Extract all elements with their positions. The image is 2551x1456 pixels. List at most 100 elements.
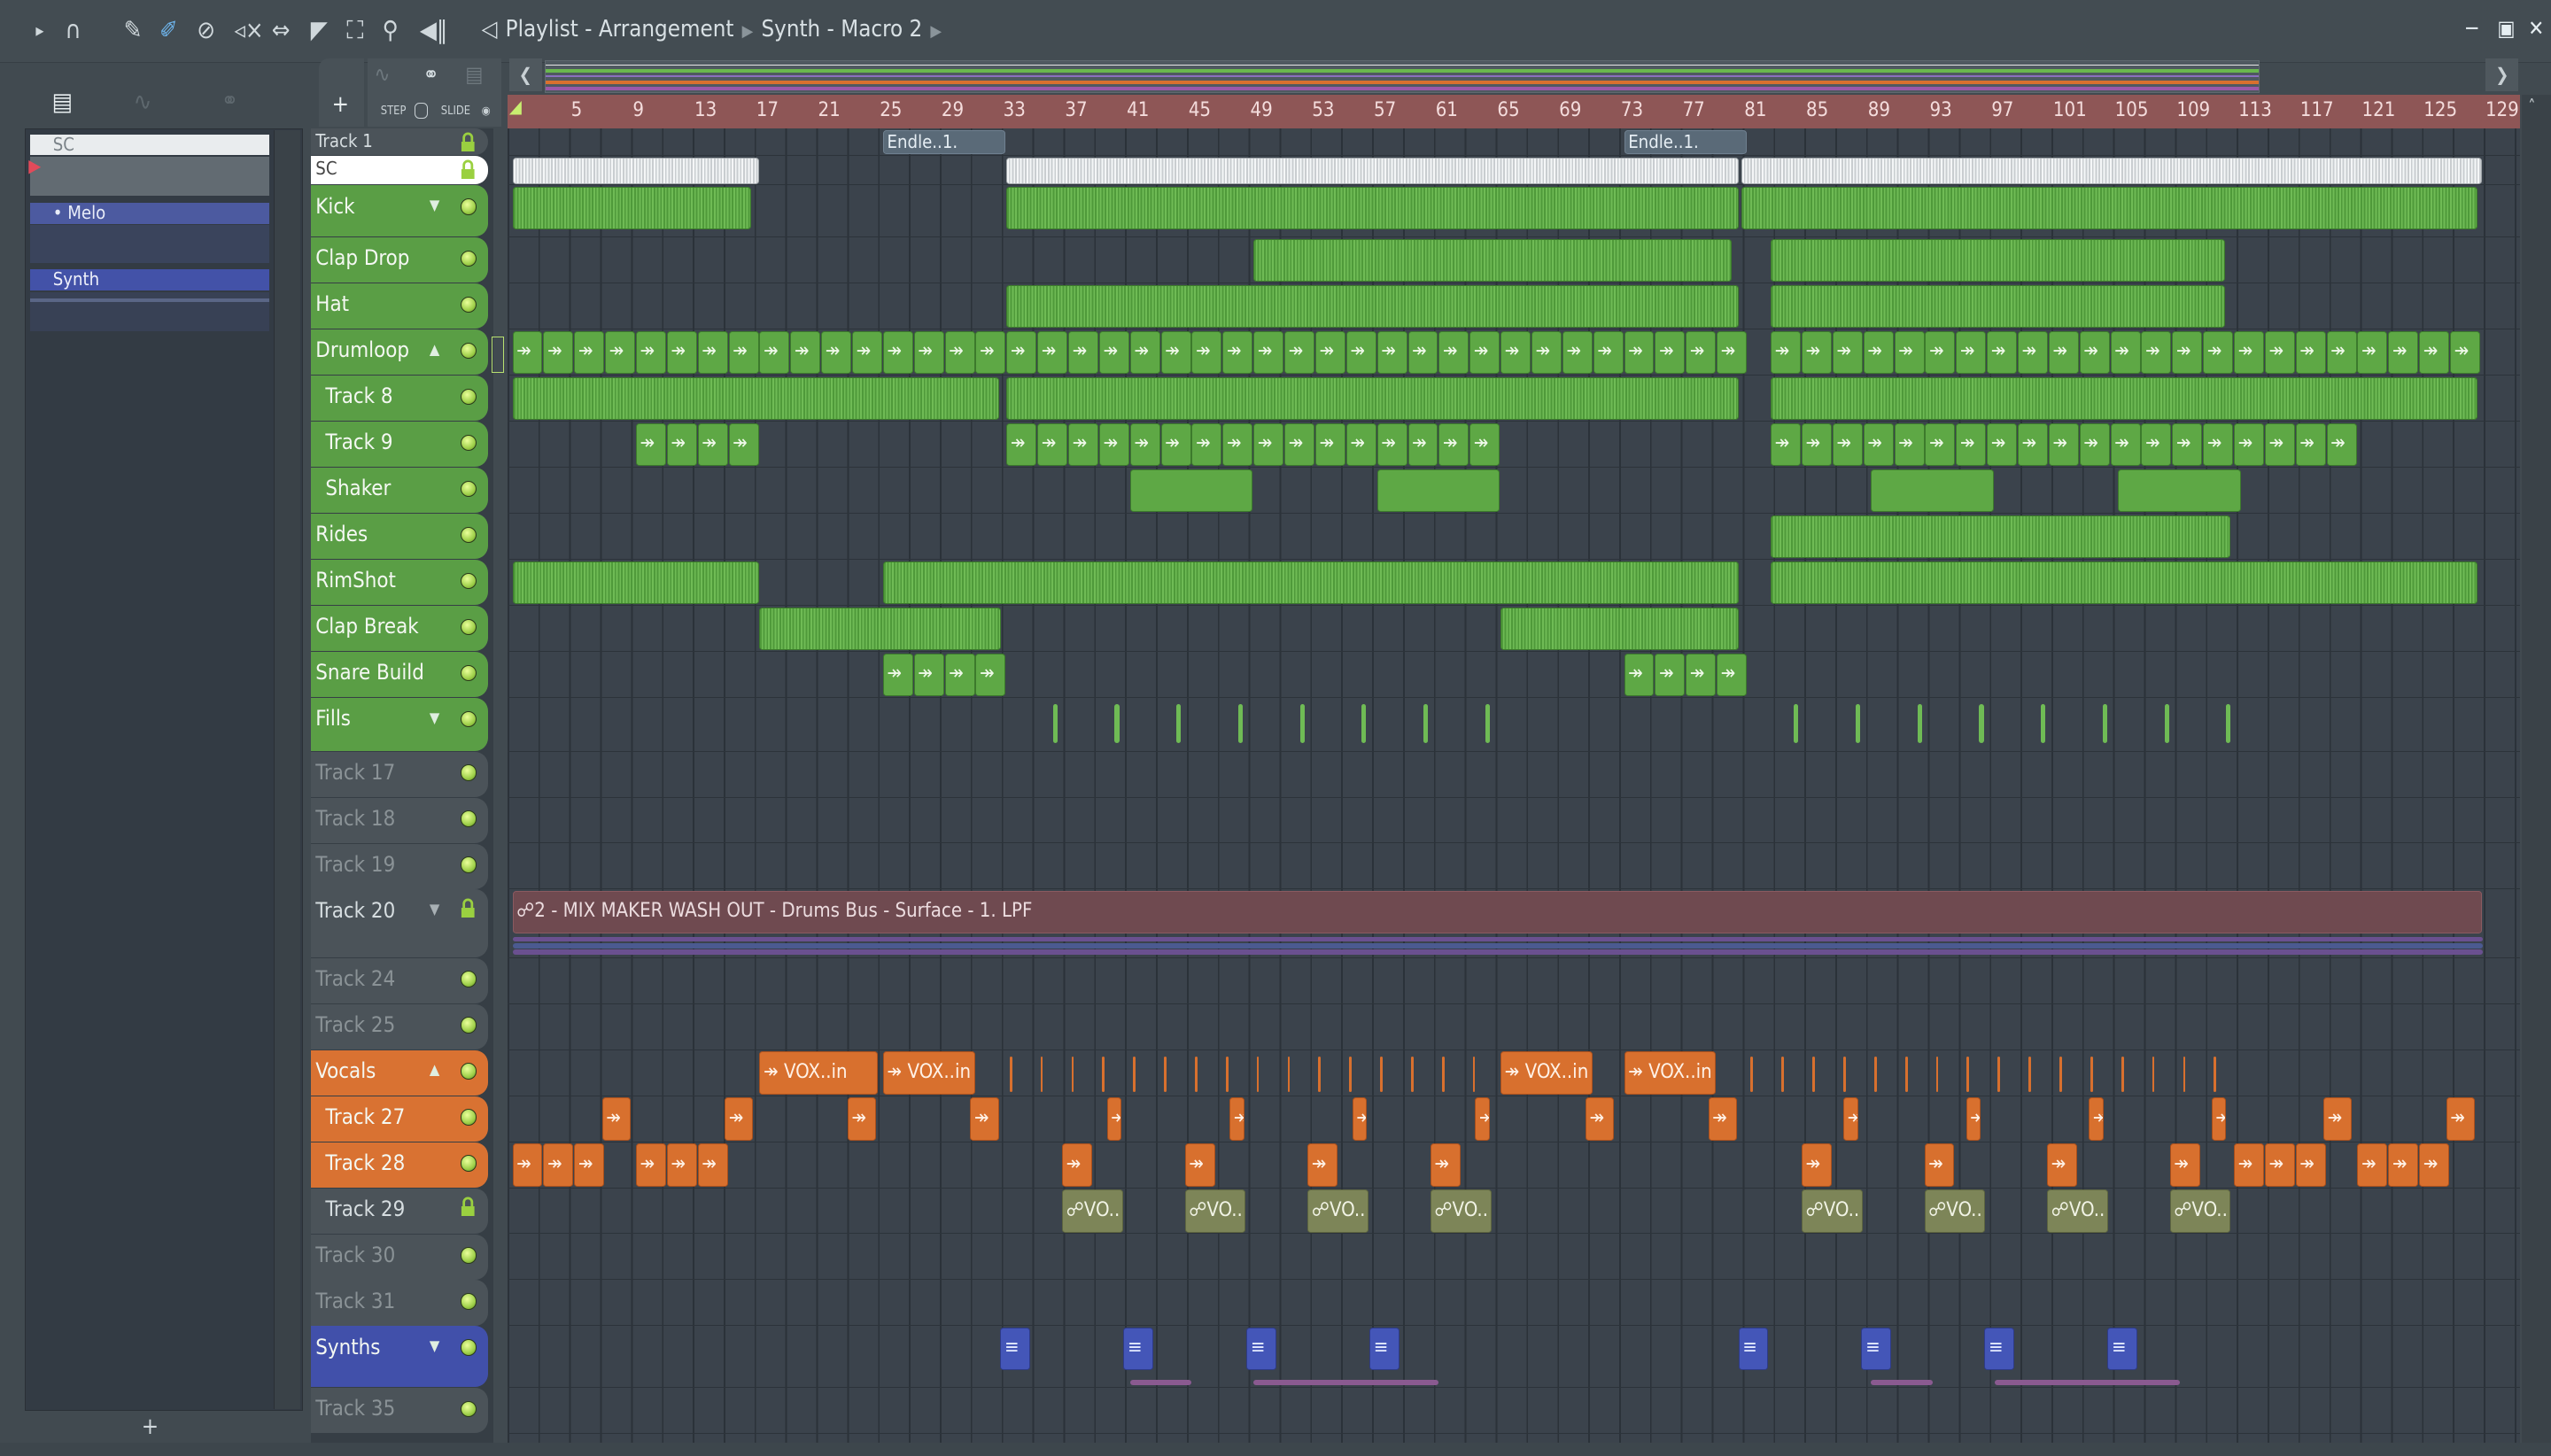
pencil-icon[interactable]: ✎ (124, 18, 143, 43)
short-clip[interactable] (2102, 704, 2108, 744)
pattern-clip[interactable]: ↠ (1407, 422, 1438, 467)
pattern-clip[interactable]: ↠ (1894, 422, 1925, 467)
short-clip[interactable] (2214, 1056, 2217, 1093)
pattern-clip[interactable]: ↠ (635, 330, 666, 375)
track-header-hat[interactable]: Hat (310, 283, 488, 329)
short-clip[interactable] (2121, 1056, 2124, 1093)
pattern-clip[interactable]: ↠ (1686, 653, 1717, 697)
pattern-clip[interactable]: ↠ (1863, 330, 1894, 375)
bar-number-label[interactable]: 69 (1559, 99, 1581, 121)
pattern-clip[interactable]: ↠ (2419, 330, 2450, 375)
bar-number-label[interactable]: 89 (1868, 99, 1890, 121)
pattern-clip[interactable]: ↠ (2079, 330, 2110, 375)
pattern-clip[interactable]: ↠ (2295, 422, 2326, 467)
pattern-clip[interactable]: ↠ (2047, 1143, 2078, 1187)
track-header-track-27[interactable]: Track 27 (310, 1096, 488, 1142)
bar-number-label[interactable]: 17 (756, 99, 779, 121)
pattern-clip[interactable]: ↠ (1801, 330, 1832, 375)
pattern-clip[interactable]: ↠ (975, 330, 1006, 375)
pattern-clip[interactable]: ☍VO.. (1062, 1189, 1123, 1233)
expand-arrow-icon[interactable]: ▼ (430, 197, 439, 213)
track-header-kick[interactable]: Kick ▼ (310, 185, 488, 237)
pattern-clip[interactable]: ↠ (2234, 422, 2264, 467)
track-name[interactable]: Fills (315, 706, 351, 731)
track-header-track-8[interactable]: Track 8 (310, 376, 488, 422)
short-clip[interactable] (1812, 1056, 1815, 1093)
delete-icon[interactable]: ⊘ (197, 18, 215, 43)
track-name[interactable]: RimShot (315, 568, 396, 592)
track-header-track-19[interactable]: Track 19 (310, 843, 488, 889)
pattern-clip[interactable]: ↠ (2169, 1143, 2200, 1187)
automation-clip[interactable]: ☍2 - MIX MAKER WASH OUT - Drums Bus - Su… (512, 891, 2482, 934)
track-header-track-35[interactable]: Track 35 (310, 1388, 488, 1434)
pattern-clip[interactable] (1006, 284, 1740, 329)
pattern-clip[interactable]: ↠ (1469, 422, 1500, 467)
track-name[interactable]: Shaker (325, 476, 391, 500)
bar-number-label[interactable]: 53 (1312, 99, 1334, 121)
bar-number-label[interactable]: 105 (2115, 99, 2149, 121)
bar-number-label[interactable]: 101 (2053, 99, 2087, 121)
pattern-clip[interactable]: ↠ (1438, 330, 1469, 375)
track-lane-shaker[interactable] (508, 468, 2521, 514)
pattern-clip[interactable]: ↠ (666, 422, 697, 467)
bar-number-label[interactable]: 81 (1744, 99, 1766, 121)
short-clip[interactable] (1256, 1056, 1260, 1093)
pattern-clip[interactable]: ↠ (1500, 330, 1531, 375)
pattern-clip[interactable] (1006, 187, 1740, 229)
pattern-clip[interactable]: Endle..1. (882, 129, 1006, 155)
magnet-icon[interactable]: ∩ (65, 18, 81, 43)
track-lane-hat[interactable] (508, 283, 2521, 330)
pattern-clip[interactable]: ↠ (1068, 422, 1098, 467)
track-lane-track-1[interactable]: Endle..1. Endle..1. (508, 128, 2521, 157)
track-header-track-28[interactable]: Track 28 (310, 1142, 488, 1188)
close-button[interactable]: ✕ (2528, 16, 2544, 41)
track-lane-track-8[interactable] (508, 376, 2521, 422)
piano-icon[interactable]: ▤ (465, 62, 483, 87)
pattern-clip[interactable]: ↠ (1191, 422, 1222, 467)
pattern-clip[interactable]: ↠ (847, 1097, 876, 1141)
audio-wave-icon[interactable]: ∿ (134, 88, 152, 116)
track-header-track-20[interactable]: Track 20 ▼ (310, 889, 488, 957)
bar-number-label[interactable]: 29 (942, 99, 964, 121)
synth-sub-lane-clip[interactable] (1994, 1380, 2181, 1385)
track-lane-track-31[interactable] (508, 1280, 2521, 1327)
short-clip[interactable] (1472, 1056, 1476, 1093)
track-mute-led[interactable] (460, 1063, 477, 1080)
short-clip[interactable] (1349, 1056, 1353, 1093)
pattern-clip[interactable] (1741, 158, 2482, 184)
pattern-clip[interactable]: ↠ (1129, 330, 1160, 375)
pattern-clip[interactable]: ↠ (1160, 422, 1191, 467)
pattern-clip[interactable]: ↠ (2446, 1097, 2475, 1141)
pattern-clip[interactable]: ↠ VOX..in (882, 1051, 975, 1095)
bar-number-label[interactable]: 117 (2300, 99, 2334, 121)
short-clip[interactable] (1904, 1056, 1908, 1093)
pattern-clip[interactable]: ↠ (2450, 330, 2480, 375)
pattern-clip[interactable] (512, 376, 1000, 421)
pattern-clip[interactable]: ↠ (852, 330, 882, 375)
pattern-clip[interactable]: ↠ (2295, 1143, 2326, 1187)
bar-number-label[interactable]: 125 (2423, 99, 2457, 121)
pattern-clip[interactable] (1771, 515, 2230, 559)
pattern-clip[interactable]: ↠ (2264, 1143, 2295, 1187)
pattern-clip[interactable]: ↠ (1229, 1097, 1244, 1141)
pattern-clip[interactable]: ↠ (970, 1097, 999, 1141)
bar-number-label[interactable]: 57 (1374, 99, 1396, 121)
pattern-clip[interactable]: ↠ (1863, 422, 1894, 467)
pattern-clip[interactable]: ☍VO.. (1430, 1189, 1492, 1233)
pattern-clip[interactable]: ↠ (666, 330, 697, 375)
pattern-clip[interactable]: ↠ (1717, 653, 1748, 697)
short-clip[interactable] (2090, 1056, 2093, 1093)
track-mute-led[interactable] (460, 480, 477, 498)
pattern-clip[interactable]: ↠ (1624, 330, 1655, 375)
synth-sub-lane-clip[interactable] (1871, 1380, 1934, 1385)
pattern-clip[interactable]: ↠ (1987, 422, 2018, 467)
pattern-clip[interactable]: ≡ (1738, 1328, 1769, 1371)
track-mute-led[interactable] (460, 1247, 477, 1264)
short-clip[interactable] (1380, 1056, 1383, 1093)
track-header-track-18[interactable]: Track 18 (310, 797, 488, 843)
bar-number-label[interactable]: 49 (1251, 99, 1273, 121)
track-lane-sc[interactable] (508, 156, 2521, 186)
track-mute-led[interactable] (460, 572, 477, 590)
piano-roll-icon[interactable]: ▤ (52, 88, 73, 116)
bar-number-label[interactable]: 41 (1127, 99, 1149, 121)
